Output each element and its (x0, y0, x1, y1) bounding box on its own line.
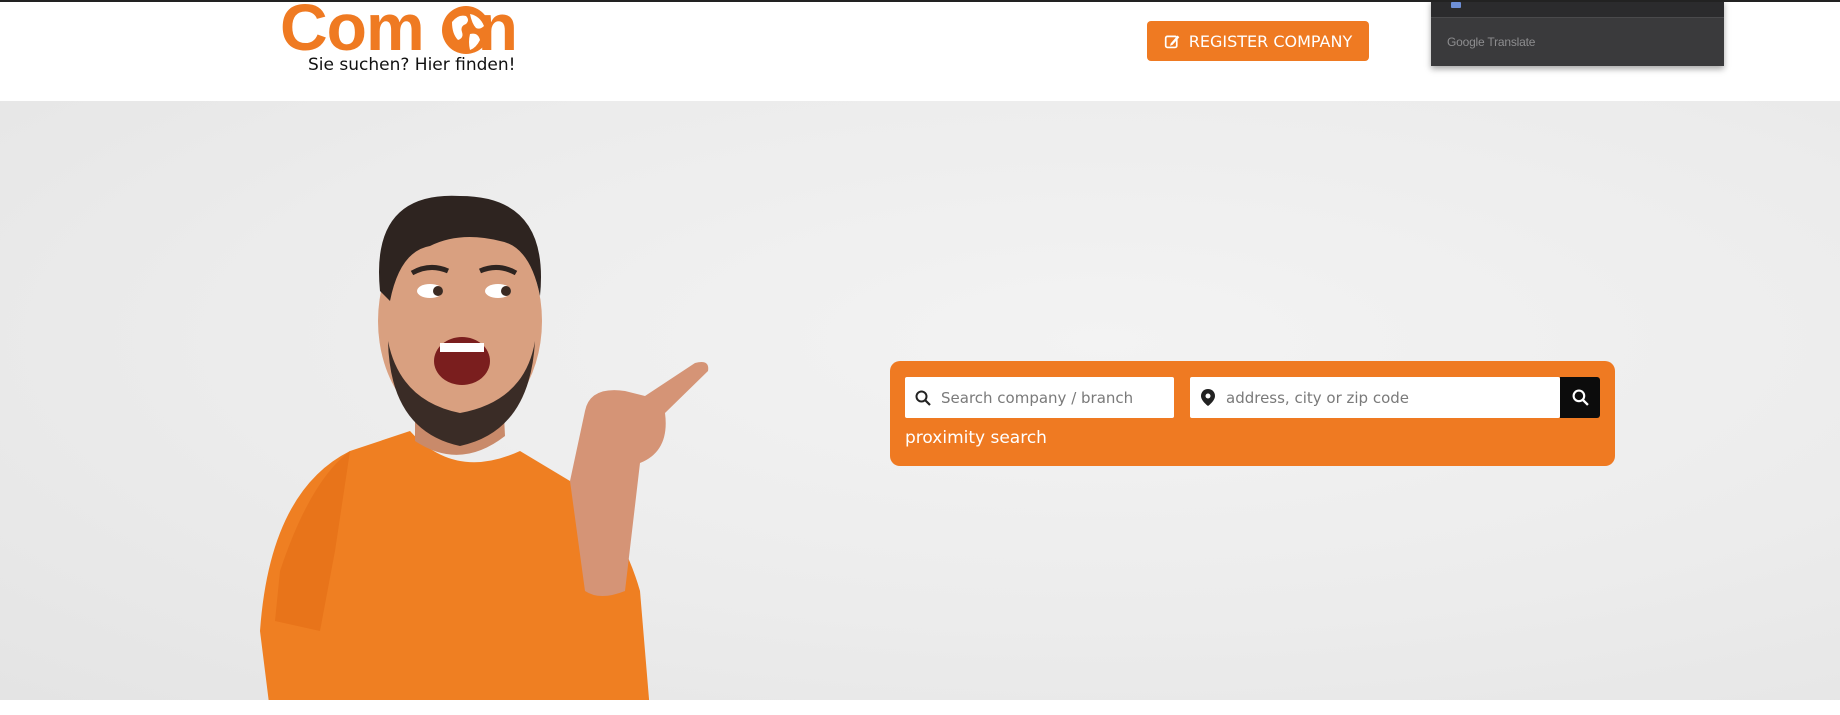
map-pin-icon (1190, 377, 1226, 418)
search-icon (1572, 389, 1589, 406)
search-submit-button[interactable] (1560, 377, 1600, 418)
company-search-field[interactable] (905, 377, 1174, 418)
globe-icon (442, 6, 490, 54)
person-pointing-image (260, 195, 709, 700)
translate-language-bar[interactable] (1431, 0, 1724, 18)
site-logo[interactable]: Com n Sie suchen? Hier finden! (280, 0, 540, 80)
location-search-field[interactable] (1190, 377, 1560, 418)
google-translate-widget[interactable]: Google Translate (1431, 0, 1724, 66)
register-company-label: REGISTER COMPANY (1188, 31, 1353, 51)
google-translate-brand: Google Translate (1447, 35, 1536, 49)
proximity-search-link[interactable]: proximity search (905, 428, 1047, 448)
location-search-input[interactable] (1226, 388, 1546, 407)
hero-section: proximity search (0, 101, 1840, 700)
logo-tagline: Sie suchen? Hier finden! (308, 55, 516, 75)
top-border (0, 0, 1840, 2)
page-bottom-strip (0, 700, 1840, 715)
language-flag-icon (1451, 2, 1461, 8)
edit-icon (1164, 35, 1180, 48)
site-header: Com n Sie suchen? Hier finden! REGISTER C… (0, 0, 1840, 101)
search-icon (905, 377, 941, 418)
company-search-input[interactable] (941, 388, 1161, 407)
register-company-button[interactable]: REGISTER COMPANY (1147, 21, 1369, 61)
search-panel: proximity search (890, 361, 1615, 466)
